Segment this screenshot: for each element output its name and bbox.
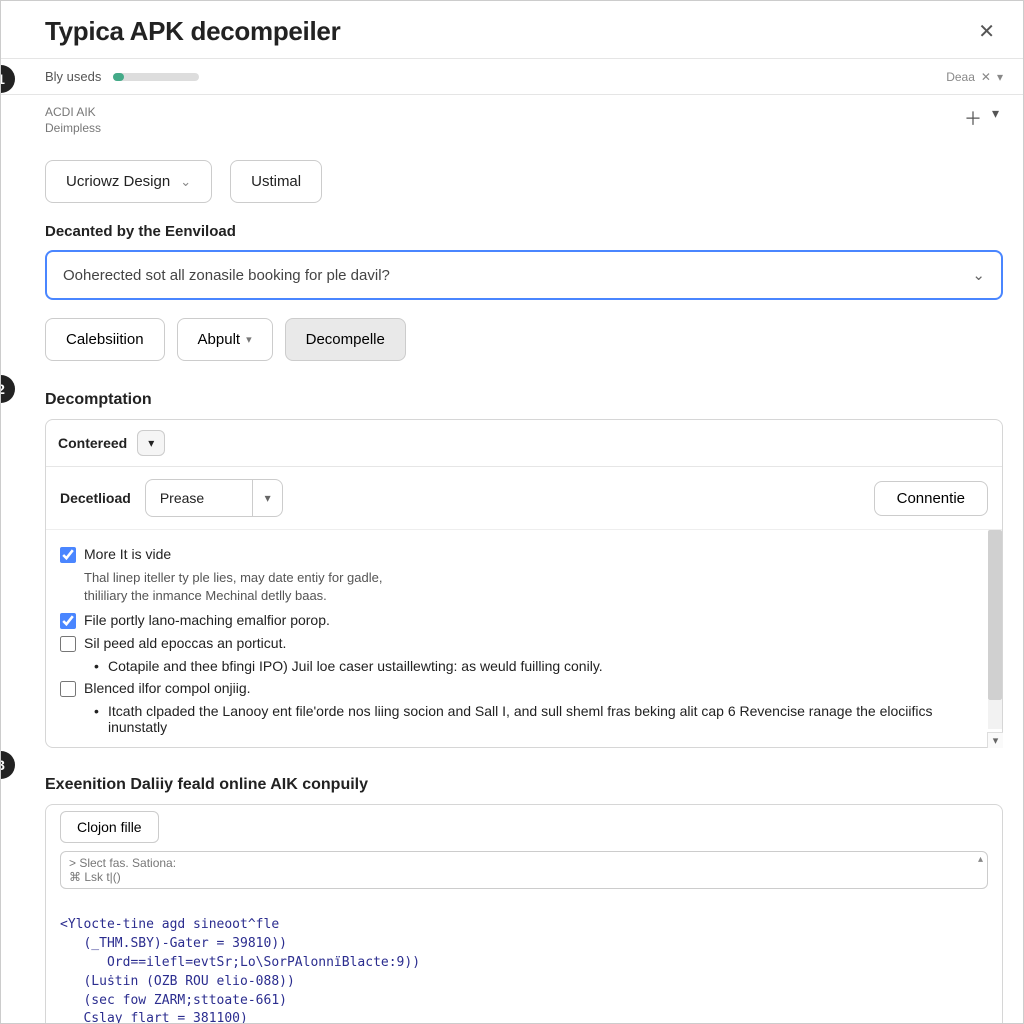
panel-options: More It is vide Thal linep iteller ty pl… xyxy=(46,530,1002,747)
decomptation-panel: Contereed ▾ Decetlioad Prease ▾ Connenti… xyxy=(45,419,1003,748)
option-sil-label: Sil peed ald epoccas an porticut. xyxy=(84,635,286,651)
tab-ustimal-label: Ustimal xyxy=(251,173,301,190)
title-bar: Typica APK decompeiler ✕ xyxy=(1,1,1023,59)
option-blenced-bullet: Itcath clpaded the Lanooy ent file'orde … xyxy=(108,703,988,735)
tab-ustimal[interactable]: Ustimal xyxy=(230,160,322,203)
dialog-content: 1 2 3 Bly useds Deaa ✕ ▾ ACDI AIK Deimpl… xyxy=(1,59,1023,1023)
code-line: (sec fow ZARM;sttoate-661) xyxy=(60,993,287,1008)
clojon-button[interactable]: Clojon fille xyxy=(60,811,159,843)
option-sil-checkbox[interactable] xyxy=(60,636,76,652)
option-more-checkbox[interactable] xyxy=(60,547,76,563)
section-3-heading: Exeenition Daliiy feald online AIK conpu… xyxy=(1,768,1023,804)
tab-design[interactable]: Ucriowz Design ⌄ xyxy=(45,160,212,203)
chevron-down-icon: ▾ xyxy=(246,333,252,346)
code-line: Ord==ilefl=evtSr;Lo\SorPAlonnïBlacte:9)) xyxy=(60,955,420,970)
decetload-label: Decetlioad xyxy=(60,490,131,506)
field-label-decanted: Decanted by the Eenviload xyxy=(45,223,1003,240)
panel-header-label: Contereed xyxy=(58,435,127,451)
dialog-root: Typica APK decompeiler ✕ 1 2 3 Bly useds… xyxy=(0,0,1024,1024)
decanted-select-value: Ooherected sot all zonasile booking for … xyxy=(63,267,390,284)
plus-icon[interactable]: ＋ xyxy=(964,105,988,131)
calebs-button[interactable]: Calebsiition xyxy=(45,318,165,361)
section-2-heading: Decomptation xyxy=(1,383,1023,419)
option-blenced[interactable]: Blenced ilfor compol onjiig. xyxy=(60,680,988,697)
code-search-input[interactable]: > Slect fas. Sationa: ⌘ Lsk t|() ▴ xyxy=(60,851,988,889)
contereed-dropdown[interactable]: ▾ xyxy=(137,430,165,456)
sub-header-row: ACDI AIK Deimpless ＋ ▾ xyxy=(1,95,1023,148)
status-text: Deaa xyxy=(946,70,975,84)
code-output: <Ylocte-tine agd sineoot^fle (_THM.SBY)-… xyxy=(46,889,1002,1023)
desc1a: Thal linep iteller ty ple lies, may date… xyxy=(84,570,382,585)
option-sil[interactable]: Sil peed ald epoccas an porticut. xyxy=(60,635,988,652)
chevron-down-icon[interactable]: ▾ xyxy=(997,70,1003,84)
search-line1: > Slect fas. Sationa: xyxy=(69,856,979,870)
sub-header-text: ACDI AIK Deimpless xyxy=(45,105,101,136)
tabs-row: Ucriowz Design ⌄ Ustimal xyxy=(45,160,1003,203)
option-sil-bullet: Cotapile and thee bfingi IPO) Juil loe c… xyxy=(108,658,988,674)
decetload-value: Prease xyxy=(146,480,252,516)
usage-label: Bly useds xyxy=(45,69,101,84)
option-more[interactable]: More It is vide xyxy=(60,546,988,563)
tab-design-label: Ucriowz Design xyxy=(66,173,170,190)
action-button-row: Calebsiition Abpult ▾ Decompelle xyxy=(45,318,1003,361)
code-line: Cslay flart = 381100) xyxy=(60,1011,248,1023)
decanted-select[interactable]: Ooherected sot all zonasile booking for … xyxy=(45,250,1003,300)
code-panel: Clojon fille > Slect fas. Sationa: ⌘ Lsk… xyxy=(45,804,1003,1023)
option-file-checkbox[interactable] xyxy=(60,613,76,629)
chevron-down-icon[interactable]: ▾ xyxy=(988,105,1003,122)
panel-row-decetload: Decetlioad Prease ▾ Connentie xyxy=(46,467,1002,530)
option-more-label: More It is vide xyxy=(84,546,171,562)
dialog-title: Typica APK decompeiler xyxy=(45,16,340,47)
option-blenced-checkbox[interactable] xyxy=(60,681,76,697)
section-1-body: Ucriowz Design ⌄ Ustimal Decanted by the… xyxy=(1,148,1023,383)
chevron-down-icon: ⌄ xyxy=(972,266,985,284)
chevron-down-icon: ⌄ xyxy=(180,174,191,190)
usage-bar xyxy=(113,73,199,81)
sub-header-line1: ACDI AIK xyxy=(45,105,96,119)
chevron-down-icon: ▾ xyxy=(252,480,282,516)
usage-row: Bly useds Deaa ✕ ▾ xyxy=(1,59,1023,95)
code-line: (Luṡtin (OZB ROU elio-088)) xyxy=(60,974,295,989)
option-more-desc: Thal linep iteller ty ple lies, may date… xyxy=(84,569,988,604)
code-line: <Ylocte-tine agd sineoot^fle xyxy=(60,917,279,932)
search-line2: ⌘ Lsk t|() xyxy=(69,870,979,884)
panel-header: Contereed ▾ xyxy=(46,420,1002,467)
code-line: (_THM.SBY)-Gater = 39810)) xyxy=(60,936,287,951)
chevron-down-icon: ▾ xyxy=(148,436,154,450)
decetload-select[interactable]: Prease ▾ xyxy=(145,479,283,517)
option-file-label: File portly lano-maching emalfior porop. xyxy=(84,612,330,628)
connect-button[interactable]: Connentie xyxy=(874,481,988,516)
scroll-up-icon[interactable]: ▴ xyxy=(978,854,983,865)
sub-header-line2: Deimpless xyxy=(45,121,101,135)
chevron-down-icon[interactable]: ▾ xyxy=(987,732,1003,748)
abpult-label: Abpult xyxy=(198,331,241,348)
option-file[interactable]: File portly lano-maching emalfior porop. xyxy=(60,612,988,629)
status-pill[interactable]: Deaa ✕ ▾ xyxy=(946,70,1003,84)
close-icon[interactable]: ✕ xyxy=(981,70,991,84)
option-blenced-label: Blenced ilfor compol onjiig. xyxy=(84,680,251,696)
desc1b: thililiary the inmance Mechinal detlly b… xyxy=(84,588,327,603)
abpult-button[interactable]: Abpult ▾ xyxy=(177,318,273,361)
decompile-button[interactable]: Decompelle xyxy=(285,318,406,361)
close-icon[interactable]: ✕ xyxy=(970,15,1003,48)
